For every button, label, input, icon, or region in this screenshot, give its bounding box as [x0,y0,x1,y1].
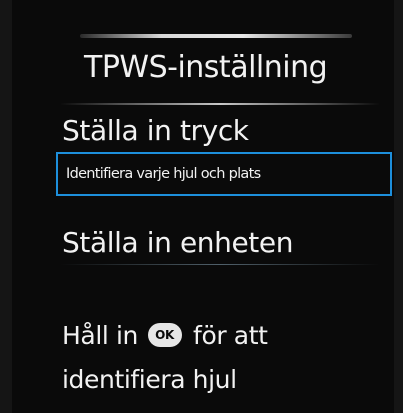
device-photo: TPWS-inställning Ställa in tryck Identif… [0,0,403,413]
ok-button-icon: OK [147,323,182,347]
hint-text-for: för att [193,321,268,350]
page-title: TPWS-inställning [84,50,328,85]
title-divider [60,103,380,105]
menu-item-set-pressure[interactable]: Ställa in tryck [62,114,249,147]
menu-item-set-unit[interactable]: Ställa in enheten [62,226,293,259]
menu-item-identify-wheels[interactable]: Identifiera varje hjul och plats [56,152,392,196]
header-accent-bar [80,34,352,38]
hint-line-1: Håll in OK för att [62,314,268,358]
menu-item-identify-wheels-label: Identifiera varje hjul och plats [66,166,261,182]
hint-line-2: identifiera hjul [62,365,237,394]
menu-divider [60,264,380,265]
instruction-hint: Håll in OK för att identifiera hjul [62,314,268,402]
tpws-screen: TPWS-inställning Ställa in tryck Identif… [12,0,394,413]
hint-text-hold: Håll in [62,321,138,350]
